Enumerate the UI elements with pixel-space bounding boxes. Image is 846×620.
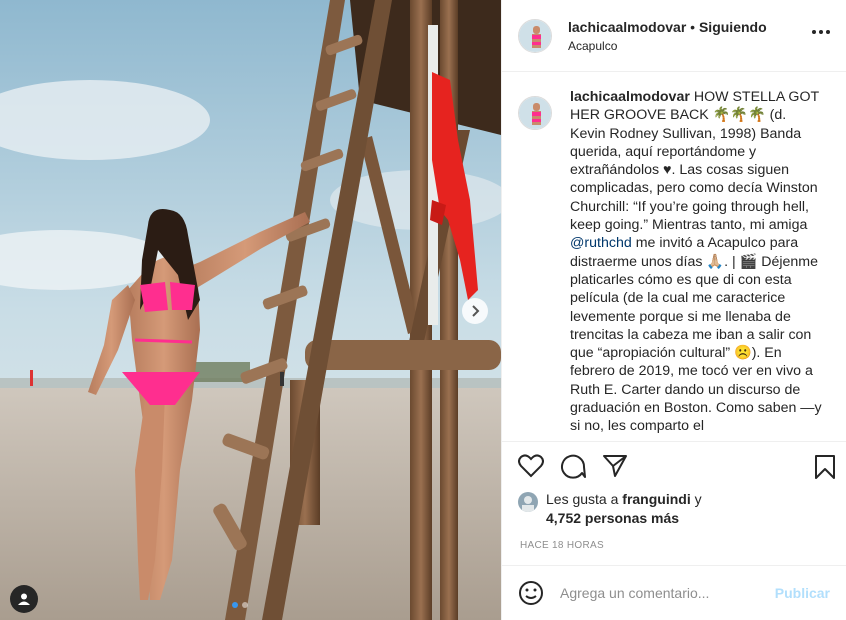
action-bar [502,442,846,490]
post-timestamp[interactable]: HACE 18 HORAS [502,530,846,566]
caption-avatar[interactable] [518,96,552,130]
profile-picture-icon [519,19,551,52]
bookmark-icon [815,455,835,479]
share-button[interactable] [602,454,628,478]
post-photo[interactable] [0,0,501,620]
carousel-dot-active [232,602,238,608]
emoji-button[interactable] [518,580,544,606]
liker-avatar[interactable] [518,492,538,512]
save-button[interactable] [814,454,836,485]
more-dot-icon [826,30,830,34]
location-link[interactable]: Acapulco [568,39,767,53]
chevron-right-icon [472,305,480,317]
comment-box: Publicar [502,566,846,620]
author-username[interactable]: lachicaalmodovar [568,19,686,35]
publish-button[interactable]: Publicar [775,585,830,601]
comment-button[interactable] [560,453,586,479]
like-button[interactable] [518,454,544,478]
heart-icon [518,454,544,478]
likes-summary: Les gusta a franguindi y 4,752 personas … [502,490,846,530]
likes-prefix: Les gusta a [546,491,619,507]
following-button[interactable]: Siguiendo [699,19,767,35]
carousel-dot [242,602,248,608]
separator-dot: • [690,18,696,35]
comment-bubble-icon [561,454,586,479]
liker-username[interactable]: franguindi [622,491,690,507]
beach-photo-illustration [0,0,501,620]
caption-body-part2: me invitó a Acapulco para distraerme uno… [570,235,822,435]
likes-count[interactable]: 4,752 personas más [546,510,679,526]
post-dialog: lachicaalmodovar • Siguiendo Acapulco la… [0,0,846,620]
caption-body-part1: HOW STELLA GOT HER GROOVE BACK 🌴🌴🌴 (d. K… [570,89,819,234]
more-options-button[interactable] [808,26,834,38]
mention-link[interactable]: @ruthchd [570,235,632,251]
profile-picture-icon [519,97,551,129]
comment-input[interactable] [560,585,775,601]
post-side-panel: lachicaalmodovar • Siguiendo Acapulco la… [501,0,846,620]
caption-text: lachicaalmodovar HOW STELLA GOT HER GROO… [570,88,825,441]
caption-area: lachicaalmodovar HOW STELLA GOT HER GROO… [502,72,846,442]
avatar[interactable] [518,18,552,53]
more-dot-icon [819,30,823,34]
more-dot-icon [812,30,816,34]
next-photo-button[interactable] [462,298,488,324]
likes-conj: y [694,491,702,507]
carousel-indicator [232,602,248,608]
tagged-users-button[interactable] [10,585,38,613]
smiley-icon [519,581,543,605]
paper-plane-icon [603,455,627,477]
caption-username[interactable]: lachicaalmodovar [570,89,690,105]
user-tag-icon [18,593,30,605]
profile-picture-icon [518,492,538,512]
post-header: lachicaalmodovar • Siguiendo Acapulco [502,0,846,72]
